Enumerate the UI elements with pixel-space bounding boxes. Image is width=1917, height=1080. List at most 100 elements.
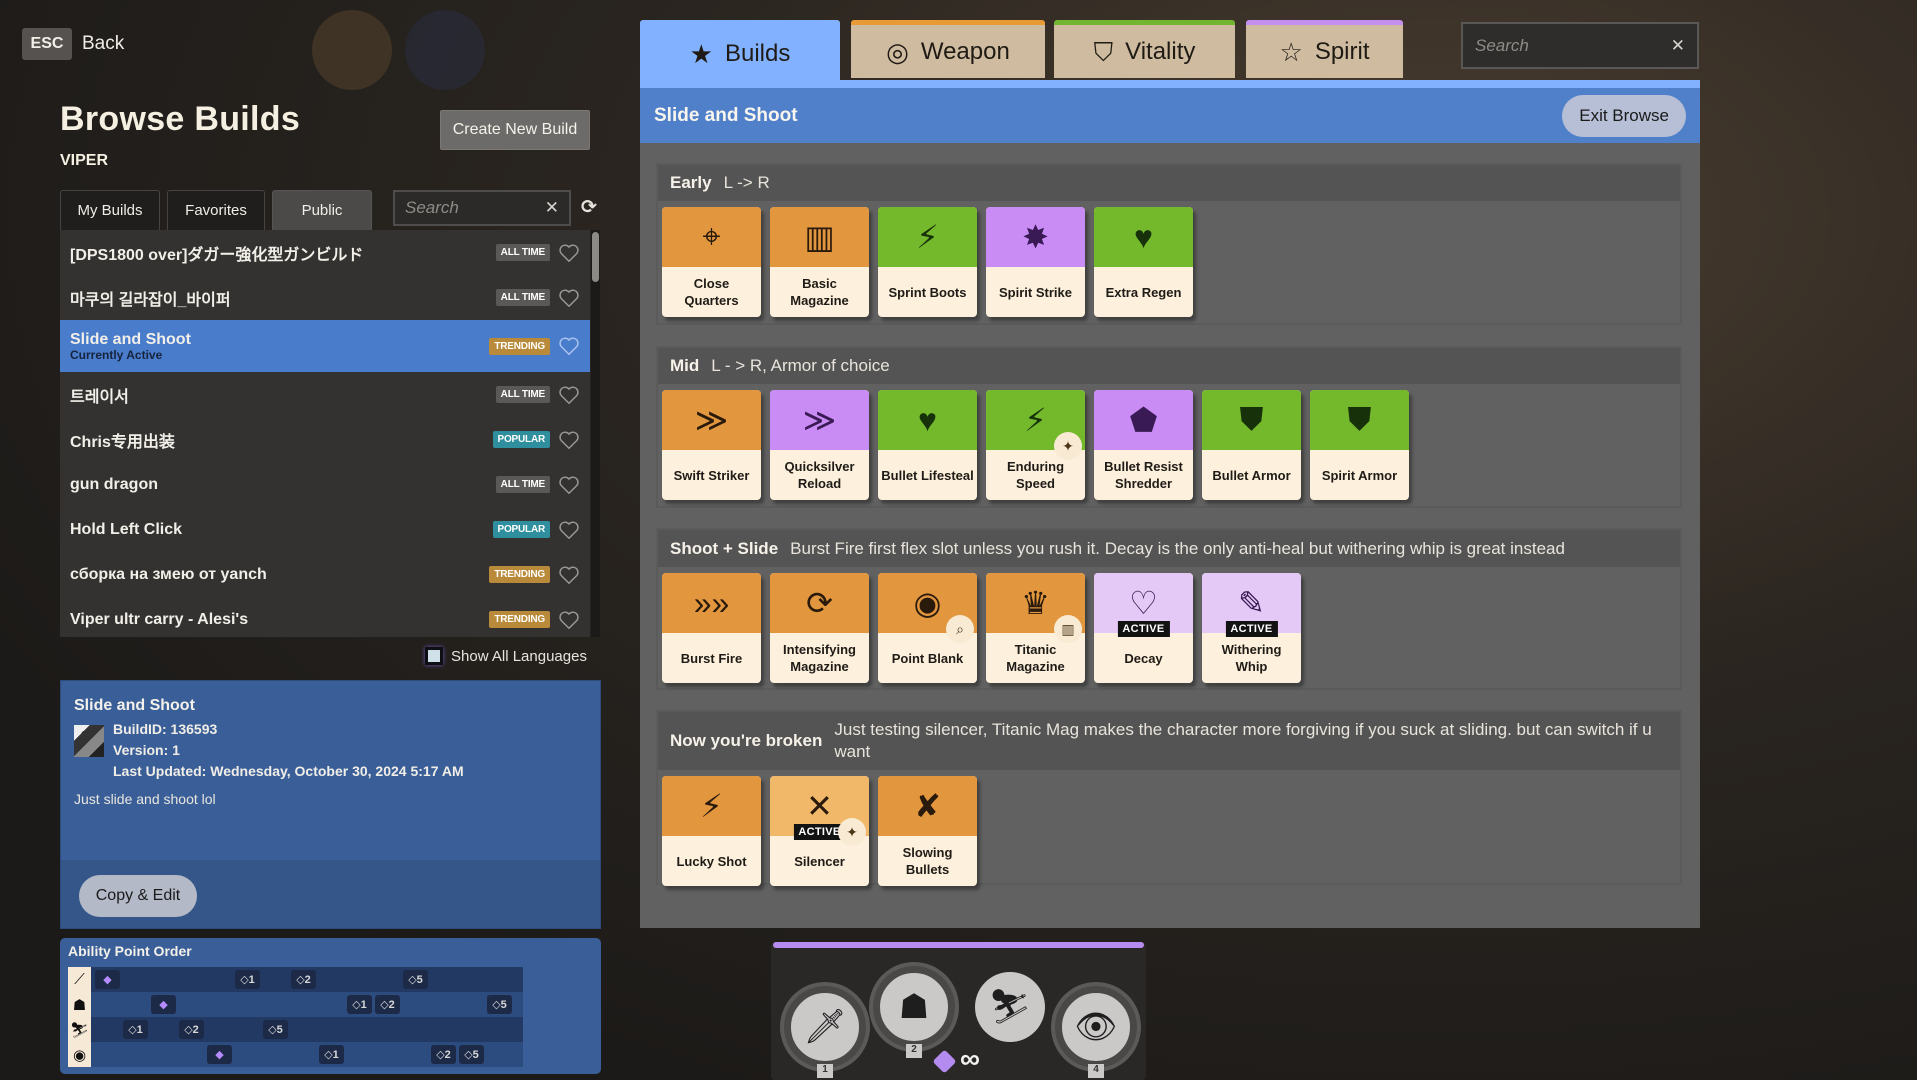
- item-card[interactable]: ◉ Point Blank ⌕: [878, 573, 977, 683]
- favorite-heart-icon[interactable]: [558, 429, 580, 451]
- section-name: Shoot + Slide: [670, 538, 779, 558]
- item-name: Extra Regen: [1105, 284, 1182, 300]
- show-all-languages-toggle[interactable]: Show All Languages: [425, 647, 587, 665]
- ability-order-step: ◇2: [291, 970, 316, 989]
- item-card[interactable]: ⌖ Close Quarters: [662, 207, 761, 317]
- item-card[interactable]: ✎ Withering Whip ACTIVE: [1202, 573, 1301, 683]
- favorite-heart-icon[interactable]: [558, 384, 580, 406]
- item-card[interactable]: ≫ Swift Striker: [662, 390, 761, 500]
- tab-favorites[interactable]: Favorites: [167, 190, 265, 230]
- item-card[interactable]: ✸ Spirit Strike: [986, 207, 1085, 317]
- build-list-item[interactable]: Hold Left Click POPULAR: [60, 507, 590, 552]
- ability-bar-accent: [773, 942, 1144, 948]
- build-list: [DPS1800 over]ダガー強化型ガンビルド ALL TIME 마쿠의 길라잡…: [60, 230, 590, 637]
- item-name: Bullet Armor: [1212, 467, 1291, 483]
- detail-title: Slide and Shoot: [74, 697, 195, 714]
- tab-my-builds[interactable]: My Builds: [60, 190, 160, 230]
- build-list-item[interactable]: gun dragon ALL TIME: [60, 462, 590, 507]
- build-list-item[interactable]: Slide and Shoot Currently Active TRENDING: [60, 320, 590, 372]
- build-section: Early L -> R ⌖ Close Quarters ▥ Basic Magazin…: [656, 163, 1682, 325]
- build-section: Shoot + Slide Burst Fire first flex slot …: [656, 528, 1682, 690]
- build-search-field[interactable]: ✕: [393, 190, 571, 226]
- item-card[interactable]: ✘ Slowing Bullets: [878, 776, 977, 886]
- create-new-build-button[interactable]: Create New Build: [440, 110, 590, 150]
- item-card-row: ⌖ Close Quarters ▥ Basic Magazine ⚡ Sprint Bo…: [662, 207, 1193, 317]
- item-icon: ⚡: [878, 207, 977, 267]
- ability-order-step: ◇5: [459, 1045, 484, 1064]
- ability-4-eye-icon[interactable]: 👁: [1055, 986, 1137, 1068]
- item-name: Bullet Resist Shredder: [1104, 459, 1183, 491]
- section-header: Now you're broken Just testing silencer, …: [658, 712, 1680, 770]
- build-list-item[interactable]: [DPS1800 over]ダガー強化型ガンビルド ALL TIME: [60, 230, 590, 275]
- build-badge: TRENDING: [489, 337, 550, 355]
- tab-vitality[interactable]: ⛉ Vitality: [1054, 20, 1235, 78]
- item-card[interactable]: ⚡ Lucky Shot: [662, 776, 761, 886]
- item-card[interactable]: ⬟ Bullet Resist Shredder: [1094, 390, 1193, 500]
- page-title: Browse Builds: [60, 100, 301, 138]
- build-list-item[interactable]: 트레이서 ALL TIME: [60, 372, 590, 417]
- item-card[interactable]: ⛊ Spirit Armor: [1310, 390, 1409, 500]
- item-card[interactable]: ⟳ Intensifying Magazine: [770, 573, 869, 683]
- build-list-item[interactable]: 마쿠의 길라잡이_바이퍼 ALL TIME: [60, 275, 590, 320]
- esc-key[interactable]: ESC: [22, 28, 72, 60]
- tab-builds[interactable]: ★ Builds: [640, 20, 840, 82]
- ability-2-shade-icon[interactable]: ☗: [873, 966, 955, 1048]
- copy-edit-button[interactable]: Copy & Edit: [79, 875, 197, 917]
- favorite-heart-icon[interactable]: [558, 609, 580, 631]
- back-button[interactable]: Back: [82, 33, 124, 55]
- item-icon: ⛊: [1202, 390, 1301, 450]
- scrollbar-thumb[interactable]: [592, 232, 599, 282]
- shop-search-input[interactable]: [1475, 35, 1671, 56]
- build-search-input[interactable]: [405, 198, 545, 218]
- item-card[interactable]: ⛊ Bullet Armor: [1202, 390, 1301, 500]
- refresh-icon[interactable]: ⟳: [578, 196, 600, 218]
- clear-search-icon[interactable]: ✕: [545, 198, 559, 218]
- shop-search-field[interactable]: ✕: [1461, 22, 1699, 69]
- favorite-heart-icon[interactable]: [558, 474, 580, 496]
- item-card[interactable]: ♥ Bullet Lifesteal: [878, 390, 977, 500]
- item-icon: ⛊: [1310, 390, 1409, 450]
- favorite-heart-icon[interactable]: [558, 287, 580, 309]
- item-icon: ✘: [878, 776, 977, 836]
- item-card[interactable]: ♥ Extra Regen: [1094, 207, 1193, 317]
- item-card[interactable]: ▥ Basic Magazine: [770, 207, 869, 317]
- ability-order-row: ◆ ◇1 ◇2 ◇5: [91, 967, 523, 992]
- build-list-scrollbar[interactable]: [591, 230, 600, 637]
- build-badge: ALL TIME: [495, 244, 550, 261]
- ability-order-row: ◆ ◇1 ◇2 ◇5: [91, 1042, 523, 1067]
- ability-key-label: 1: [817, 1064, 833, 1078]
- tab-spirit[interactable]: ☆ Spirit: [1246, 20, 1403, 78]
- eye-icon: ◉: [72, 1046, 87, 1064]
- clear-shop-search-icon[interactable]: ✕: [1671, 36, 1685, 56]
- ability-order-step: ◇1: [123, 1020, 148, 1039]
- item-card[interactable]: ♡ Decay ACTIVE: [1094, 573, 1193, 683]
- favorite-heart-icon[interactable]: [558, 564, 580, 586]
- favorite-heart-icon[interactable]: [558, 242, 580, 264]
- item-card[interactable]: »» Burst Fire: [662, 573, 761, 683]
- item-name: Slowing Bullets: [902, 845, 953, 877]
- build-section: Mid L - > R, Armor of choice ≫ Swift Strike…: [656, 346, 1682, 508]
- favorite-heart-icon[interactable]: [558, 335, 580, 357]
- tab-weapon[interactable]: ◎ Weapon: [851, 20, 1045, 78]
- panel-header: Slide and Shoot Exit Browse: [640, 88, 1700, 143]
- ability-3-slide-icon[interactable]: ⛷: [975, 972, 1045, 1042]
- show-all-languages-label: Show All Languages: [451, 647, 587, 665]
- build-id: BuildID: 136593: [113, 721, 218, 737]
- build-name: [DPS1800 over]ダガー強化型ガンビルド: [70, 246, 364, 264]
- exit-browse-button[interactable]: Exit Browse: [1562, 94, 1686, 137]
- item-card[interactable]: ≫ Quicksilver Reload: [770, 390, 869, 500]
- tab-public[interactable]: Public: [272, 190, 372, 230]
- build-list-item[interactable]: Chris专用出装 POPULAR: [60, 417, 590, 462]
- ability-order-step: ◇1: [235, 970, 260, 989]
- item-card[interactable]: ⚡ Enduring Speed ✦: [986, 390, 1085, 500]
- ability-1-dagger-icon[interactable]: 🗡: [784, 986, 866, 1068]
- build-description: Just slide and shoot lol: [74, 791, 216, 807]
- item-card[interactable]: ⚡ Sprint Boots: [878, 207, 977, 317]
- build-list-item[interactable]: Viper ultr carry - Alesi's TRENDING: [60, 597, 590, 637]
- show-all-languages-checkbox[interactable]: [425, 647, 443, 665]
- build-list-item[interactable]: сборка на змею от yanch TRENDING: [60, 552, 590, 597]
- item-card[interactable]: ♛ Titanic Magazine ▥: [986, 573, 1085, 683]
- item-card[interactable]: ✕ Silencer ACTIVE ✦: [770, 776, 869, 886]
- ability-order-step: ◇5: [263, 1020, 288, 1039]
- favorite-heart-icon[interactable]: [558, 519, 580, 541]
